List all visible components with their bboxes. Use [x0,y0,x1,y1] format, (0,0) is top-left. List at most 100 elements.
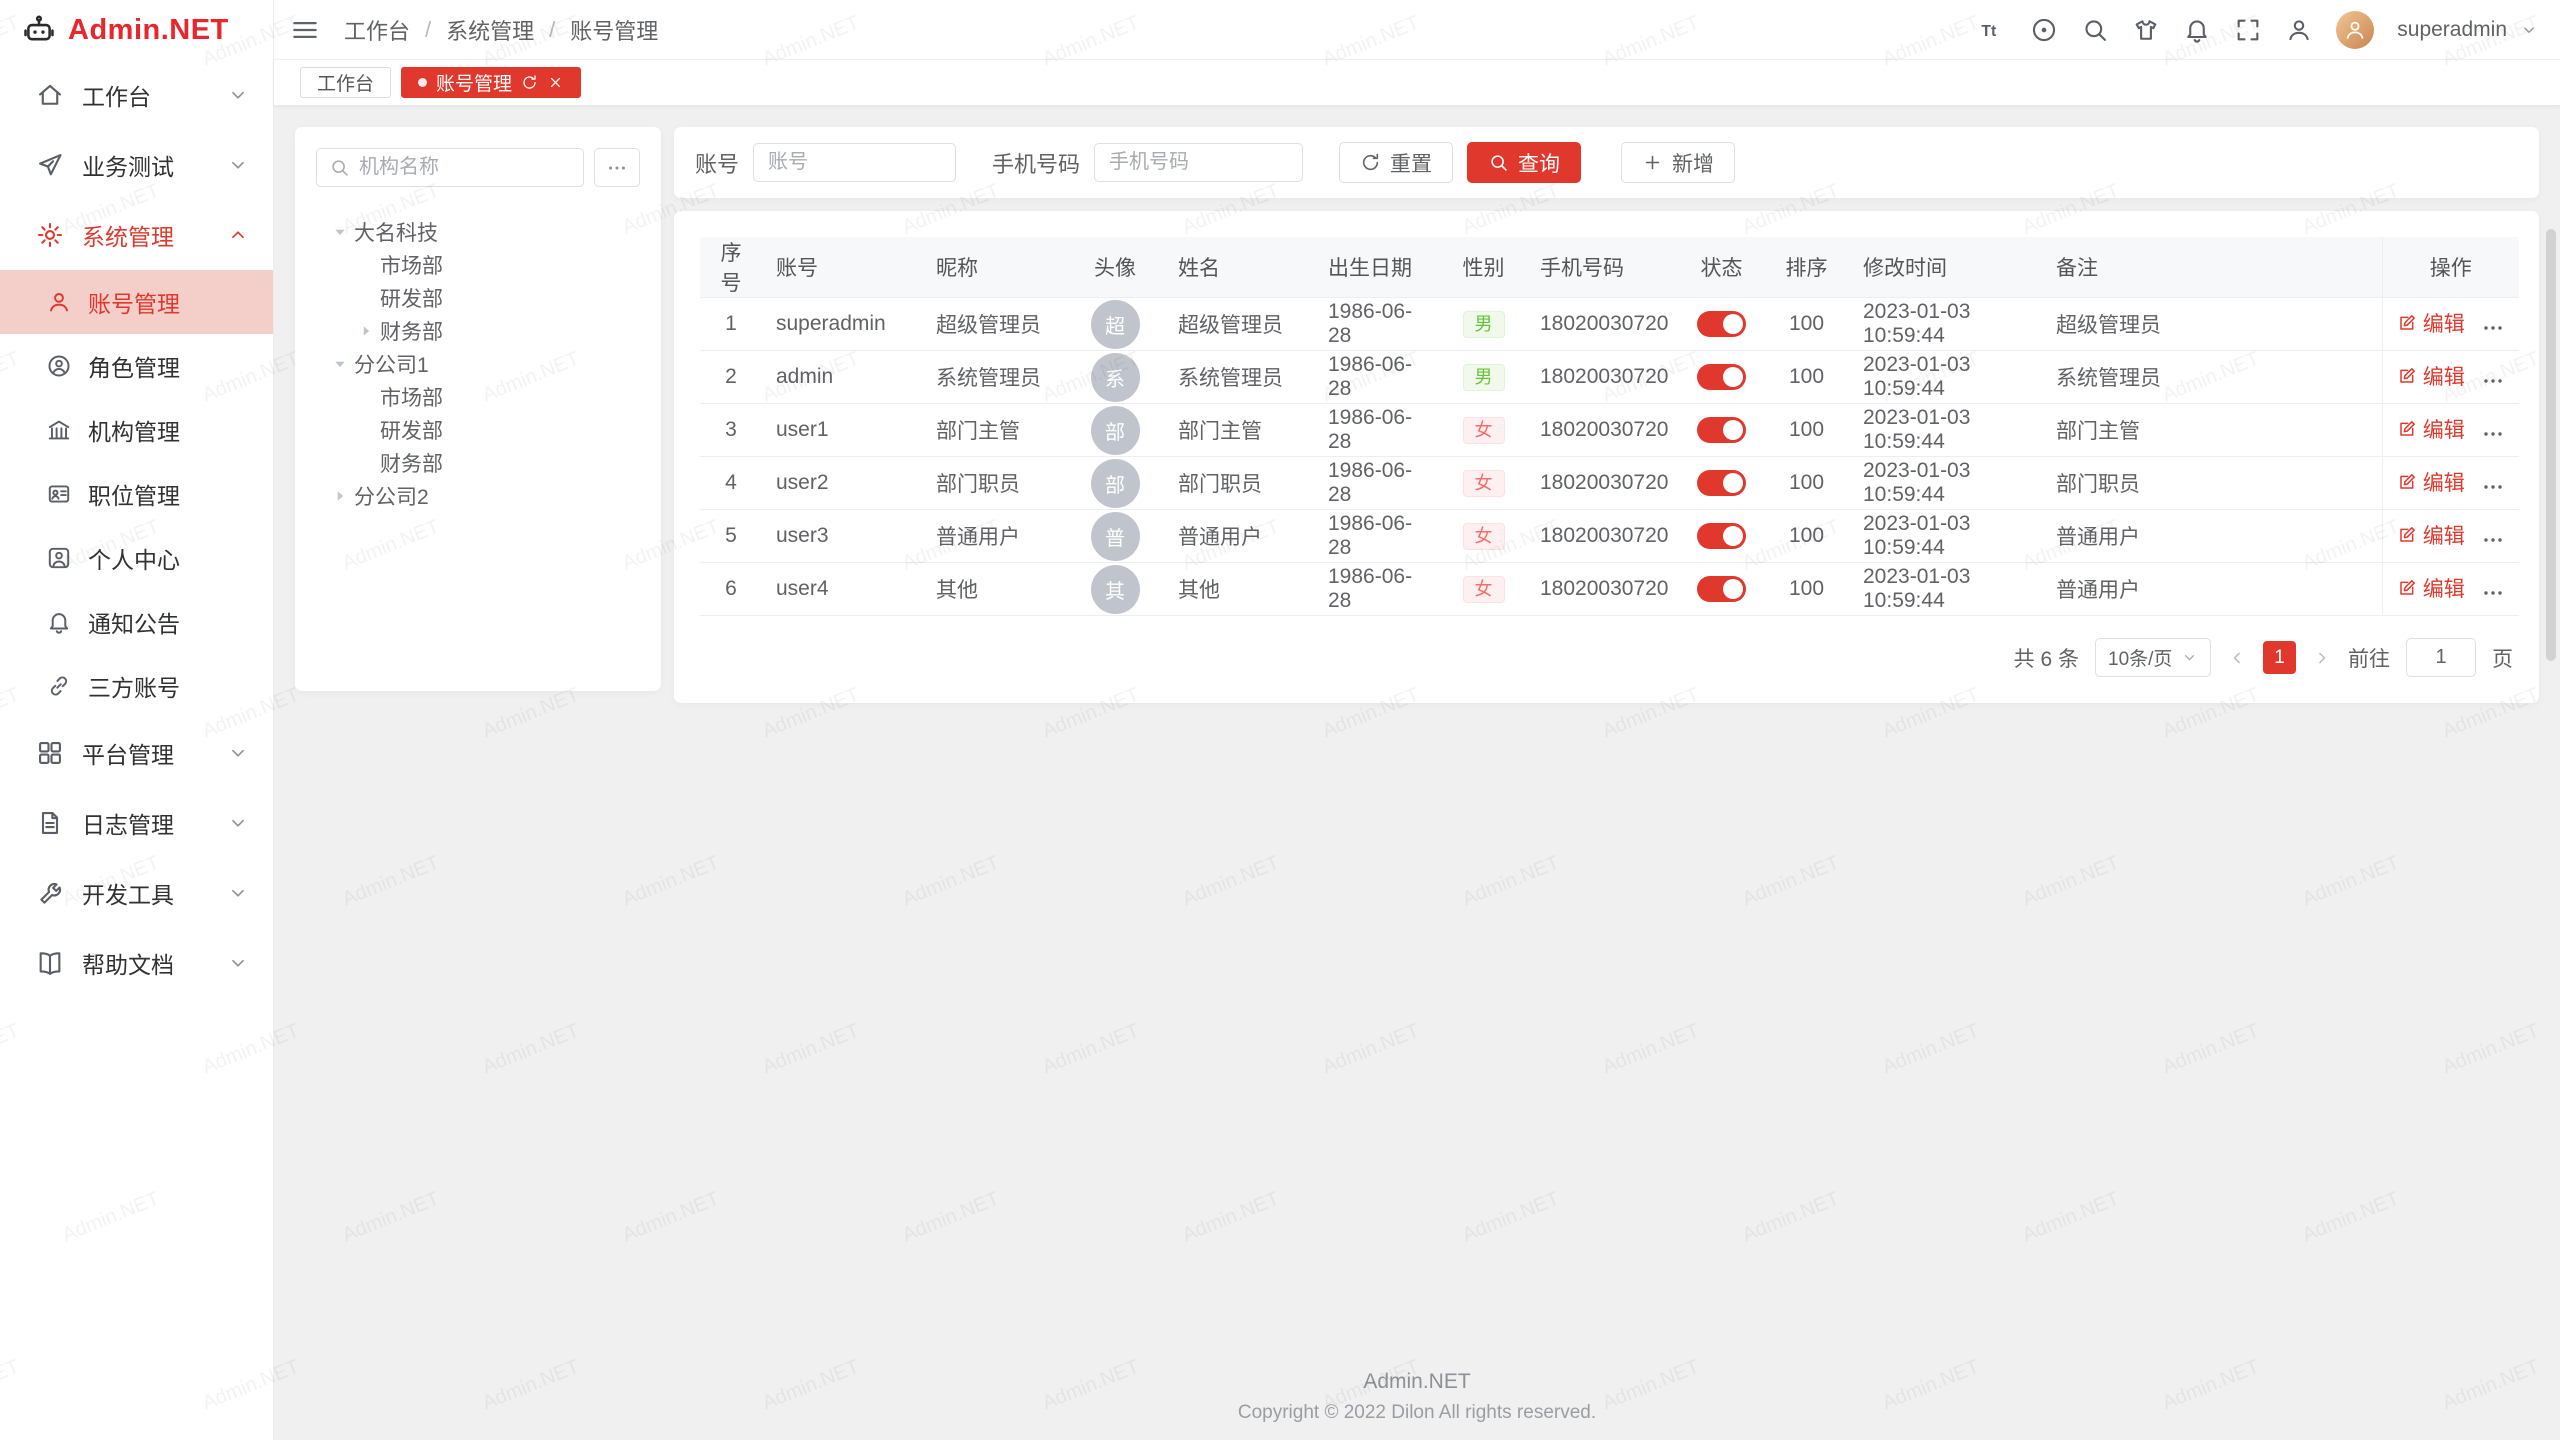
status-toggle[interactable] [1697,576,1746,602]
search-button[interactable]: 查询 [1467,142,1581,183]
caret-right-icon[interactable] [331,487,349,505]
username[interactable]: superadmin [2397,18,2507,42]
tree-node[interactable]: 分公司2 [316,479,640,512]
cell-avatar: 部 [1066,457,1164,510]
user-icon[interactable] [2285,16,2313,44]
column-header: 序号 [700,237,762,298]
font-size-icon[interactable]: Tt [1979,16,2007,44]
tab-close-icon[interactable] [547,74,564,91]
scrollbar-thumb[interactable] [2546,229,2556,661]
page-number-1[interactable]: 1 [2263,641,2296,674]
theme-dot-icon[interactable] [2030,16,2058,44]
page-size-select[interactable]: 10条/页 [2095,638,2211,677]
user-menu-chevron-down-icon[interactable] [2520,21,2538,39]
breadcrumb-item[interactable]: 工作台 [344,14,410,46]
account-input[interactable] [753,143,956,182]
cell-actions: 编辑 [2382,510,2519,563]
sidebar-subitem[interactable]: 通知公告 [0,590,273,654]
more-actions-button[interactable] [2481,369,2505,393]
edit-label: 编辑 [2423,520,2465,550]
status-toggle[interactable] [1697,311,1746,337]
sidebar-item-label: 平台管理 [82,736,227,770]
caret-down-icon[interactable] [331,355,349,373]
caret-right-icon[interactable] [357,322,375,340]
cell-nickname: 系统管理员 [922,351,1066,404]
phone-input[interactable] [1094,143,1303,182]
tab-refresh-icon[interactable] [521,74,538,91]
tree-node[interactable]: 分公司1 [316,347,640,380]
sidebar-subitem[interactable]: 角色管理 [0,334,273,398]
tree-node[interactable]: 大名科技 [316,215,640,248]
caret-placeholder [357,388,375,406]
next-page-button[interactable] [2312,648,2332,668]
notification-bell-icon[interactable] [2183,16,2211,44]
tab-0[interactable]: 工作台 [300,67,391,98]
edit-button[interactable]: 编辑 [2397,520,2465,550]
edit-button[interactable]: 编辑 [2397,361,2465,391]
sidebar-subitem[interactable]: 机构管理 [0,398,273,462]
tree-node[interactable]: 市场部 [316,380,640,413]
more-actions-button[interactable] [2481,475,2505,499]
edit-button[interactable]: 编辑 [2397,308,2465,338]
accounts-table-panel: 序号账号昵称头像姓名出生日期性别手机号码状态排序修改时间备注操作 1 super… [674,211,2539,703]
tree-node[interactable]: 财务部 [316,314,640,347]
toggle-knob [1723,579,1743,599]
tab-1[interactable]: 账号管理 [401,67,581,98]
prev-page-button[interactable] [2227,648,2247,668]
sidebar-item[interactable]: 帮助文档 [0,928,273,998]
sidebar-item[interactable]: 工作台 [0,60,273,130]
breadcrumb-item[interactable]: 系统管理 [446,14,534,46]
reset-button[interactable]: 重置 [1339,142,1453,183]
user-avatar[interactable] [2336,11,2374,49]
sidebar-subitem[interactable]: 个人中心 [0,526,273,590]
sidebar-item[interactable]: 业务测试 [0,130,273,200]
org-search-input[interactable] [359,156,571,179]
sidebar-subitem[interactable]: 三方账号 [0,654,273,718]
cell-name: 系统管理员 [1164,351,1314,404]
sidebar-subitem-label: 角色管理 [88,349,180,383]
toggle-knob [1723,314,1743,334]
tree-node-label: 研发部 [380,415,443,445]
tree-more-button[interactable] [594,148,640,187]
more-actions-button[interactable] [2481,422,2505,446]
tree-node[interactable]: 研发部 [316,281,640,314]
breadcrumb-item[interactable]: 账号管理 [570,14,658,46]
skin-theme-icon[interactable] [2132,16,2160,44]
sidebar-subitem-label: 三方账号 [88,669,180,703]
add-button[interactable]: 新增 [1621,142,1735,183]
brand-logo[interactable]: Admin.NET [0,0,273,60]
edit-button[interactable]: 编辑 [2397,573,2465,603]
tree-node[interactable]: 市场部 [316,248,640,281]
tree-node[interactable]: 研发部 [316,413,640,446]
more-actions-button[interactable] [2481,316,2505,340]
sidebar-item[interactable]: 开发工具 [0,858,273,928]
edit-button[interactable]: 编辑 [2397,414,2465,444]
fullscreen-icon[interactable] [2234,16,2262,44]
more-actions-button[interactable] [2481,528,2505,552]
hamburger-menu-icon[interactable] [290,15,320,45]
cell-phone: 18020030720 [1526,563,1679,616]
sidebar-item[interactable]: 日志管理 [0,788,273,858]
sidebar-subitem[interactable]: 职位管理 [0,462,273,526]
more-actions-button[interactable] [2481,581,2505,605]
edit-button[interactable]: 编辑 [2397,467,2465,497]
sidebar-subitem[interactable]: 账号管理 [0,270,273,334]
status-toggle[interactable] [1697,364,1746,390]
sidebar-item[interactable]: 系统管理 [0,200,273,270]
cell-phone: 18020030720 [1526,404,1679,457]
row-avatar: 其 [1091,565,1140,614]
cell-birth: 1986-06-28 [1314,298,1441,351]
sidebar-item[interactable]: 平台管理 [0,718,273,788]
caret-placeholder [357,256,375,274]
cell-remark: 普通用户 [2042,510,2382,563]
breadcrumb-separator: / [425,17,431,43]
edit-icon [2397,419,2417,439]
status-toggle[interactable] [1697,523,1746,549]
search-icon[interactable] [2081,16,2109,44]
grid-icon [36,739,64,767]
caret-down-icon[interactable] [331,223,349,241]
tree-node[interactable]: 财务部 [316,446,640,479]
goto-page-input[interactable] [2406,638,2476,677]
status-toggle[interactable] [1697,470,1746,496]
status-toggle[interactable] [1697,417,1746,443]
